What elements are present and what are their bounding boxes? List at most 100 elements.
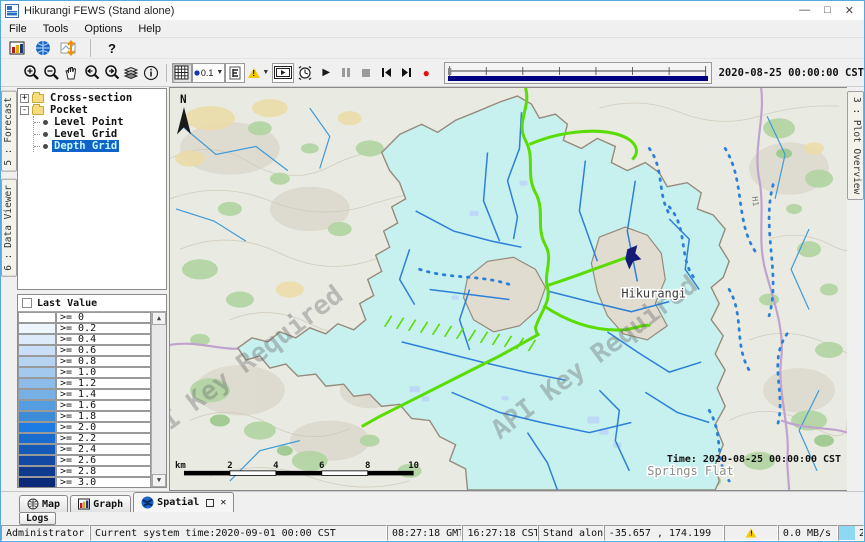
grid-toggle-icon[interactable] — [172, 63, 192, 83]
warning-dropdown[interactable]: ▼ — [245, 63, 272, 83]
tab-map[interactable]: Map — [19, 495, 68, 512]
app-window: Hikurangi FEWS (Stand alone) — □ ✕ File … — [0, 0, 865, 542]
town-label: Hikurangi — [621, 287, 686, 301]
legend-swatch — [18, 389, 56, 400]
legend-row: >= 0.6 — [18, 345, 151, 356]
legend-row: >= 2.8 — [18, 466, 151, 477]
right-tab-strip: 3 : Plot Overview — [847, 87, 864, 491]
time-slider-handle[interactable] — [448, 68, 451, 75]
tab-data-viewer[interactable]: 6 : Data Viewer — [1, 179, 17, 277]
legend-swatch — [18, 312, 56, 323]
status-gmt-time: 08:27:18 GMT — [387, 525, 462, 541]
svg-text:N: N — [180, 93, 187, 106]
legend-scrollbar[interactable]: ▲ ▼ — [151, 312, 166, 487]
menu-tools[interactable]: Tools — [35, 21, 77, 37]
play-button[interactable]: ▶ — [316, 63, 336, 83]
legend-row: >= 2.6 — [18, 455, 151, 466]
status-bar: Administrator Current system time:2020-0… — [1, 525, 864, 541]
logs-button[interactable]: Logs — [19, 512, 56, 525]
title-bar: Hikurangi FEWS (Stand alone) — □ ✕ — [1, 1, 864, 20]
bullet-icon — [43, 144, 48, 149]
legend-row: >= 1.6 — [18, 400, 151, 411]
pause-button[interactable] — [336, 63, 356, 83]
tab-float-icon[interactable] — [206, 499, 214, 507]
legend-row: >= 0.8 — [18, 356, 151, 367]
tree-node-pocket[interactable]: - Pocket — [20, 104, 164, 116]
legend-row: >= 2.0 — [18, 422, 151, 433]
map-view[interactable]: API Key Required API Key Required H1 Hik… — [169, 87, 847, 491]
menu-help[interactable]: Help — [130, 21, 169, 37]
status-memory: 2.5 GB — [838, 525, 864, 541]
app-logo-icon — [5, 4, 19, 18]
stop-button[interactable] — [356, 63, 376, 83]
folder-icon — [32, 106, 44, 115]
legend-swatch — [18, 400, 56, 411]
legend-row: >= 1.0 — [18, 367, 151, 378]
main-content: 5 : Forecast 6 : Data Viewer + Cross-sec… — [1, 87, 864, 491]
menu-file[interactable]: File — [1, 21, 35, 37]
scroll-down-icon[interactable]: ▼ — [152, 474, 166, 487]
zoom-next-icon[interactable] — [101, 63, 121, 83]
time-slider[interactable] — [444, 62, 711, 84]
explorer-icon[interactable] — [7, 38, 27, 58]
map-canvas[interactable]: API Key Required API Key Required H1 Hik… — [170, 88, 847, 490]
collapse-icon[interactable]: - — [20, 106, 29, 115]
tree-node-cross-section[interactable]: + Cross-section — [20, 92, 164, 104]
maximize-button[interactable]: □ — [824, 4, 831, 17]
tab-close-icon[interactable]: ✕ — [220, 497, 226, 508]
legend-row: >= 0.4 — [18, 334, 151, 345]
legend-panel: Last Value >= 0 >= 0.2 >= 0.4 >= 0.6 >= … — [17, 294, 167, 488]
tree-node-level-grid[interactable]: Level Grid — [34, 128, 164, 140]
status-system-time: Current system time:2020-09-01 00:00 CST — [90, 525, 387, 541]
tree-node-label: Level Grid — [52, 128, 119, 140]
help-button[interactable]: ? — [102, 38, 122, 58]
animation-settings-icon[interactable] — [294, 63, 316, 83]
tree-node-label: Cross-section — [48, 92, 134, 104]
legend-row: >= 2.2 — [18, 433, 151, 444]
layers-icon[interactable] — [121, 63, 141, 83]
spatial-globe-icon — [141, 496, 154, 509]
interval-dropdown[interactable]: 0.1 ▼ — [192, 63, 226, 83]
tab-spatial[interactable]: Spatial ✕ — [133, 492, 234, 512]
record-button[interactable]: ● — [416, 63, 436, 83]
graph-bars-icon — [78, 498, 90, 510]
minimize-button[interactable]: — — [799, 4, 810, 17]
legend-swatch — [18, 323, 56, 334]
zoom-in-icon[interactable] — [21, 63, 41, 83]
spatial-display-icon[interactable] — [59, 38, 79, 58]
tree-node-depth-grid[interactable]: Depth Grid — [34, 140, 164, 152]
last-value-checkbox[interactable] — [22, 298, 32, 308]
legend-swatch — [18, 422, 56, 433]
legend-swatch — [18, 433, 56, 444]
legend-row: >= 1.2 — [18, 378, 151, 389]
zoom-previous-icon[interactable] — [81, 63, 101, 83]
skip-start-button[interactable] — [376, 63, 396, 83]
tree-node-level-point[interactable]: Level Point — [34, 116, 164, 128]
legend-rows: >= 0 >= 0.2 >= 0.4 >= 0.6 >= 0.8 >= 1.0 … — [18, 312, 151, 487]
globe-icon[interactable] — [33, 38, 53, 58]
legend-row: >= 3.0 — [18, 477, 151, 487]
close-button[interactable]: ✕ — [845, 4, 854, 17]
tab-graph[interactable]: Graph — [70, 495, 131, 512]
info-icon[interactable] — [141, 63, 161, 83]
pan-hand-icon[interactable] — [61, 63, 81, 83]
zoom-out-icon[interactable] — [41, 63, 61, 83]
scroll-up-icon[interactable]: ▲ — [152, 312, 166, 325]
animation-player-icon[interactable] — [272, 63, 294, 83]
map-globe-icon — [27, 498, 39, 510]
status-transfer-speed: 0.0 MB/s — [778, 525, 838, 541]
legend-edit-icon[interactable] — [225, 63, 245, 83]
menu-options[interactable]: Options — [76, 21, 130, 37]
tab-forecast[interactable]: 5 : Forecast — [1, 91, 17, 172]
status-warning-cell[interactable] — [724, 525, 778, 541]
warning-icon — [248, 68, 260, 78]
legend-swatch — [18, 378, 56, 389]
map-time-label: Time: 2020-08-25 00:00:00 CST — [667, 453, 841, 465]
svg-text:4: 4 — [273, 461, 279, 471]
tab-plot-overview[interactable]: 3 : Plot Overview — [847, 91, 864, 200]
bullet-icon — [43, 120, 48, 125]
svg-text:2: 2 — [227, 461, 232, 471]
legend-swatch — [18, 466, 56, 477]
skip-end-button[interactable] — [396, 63, 416, 83]
expand-icon[interactable]: + — [20, 94, 29, 103]
